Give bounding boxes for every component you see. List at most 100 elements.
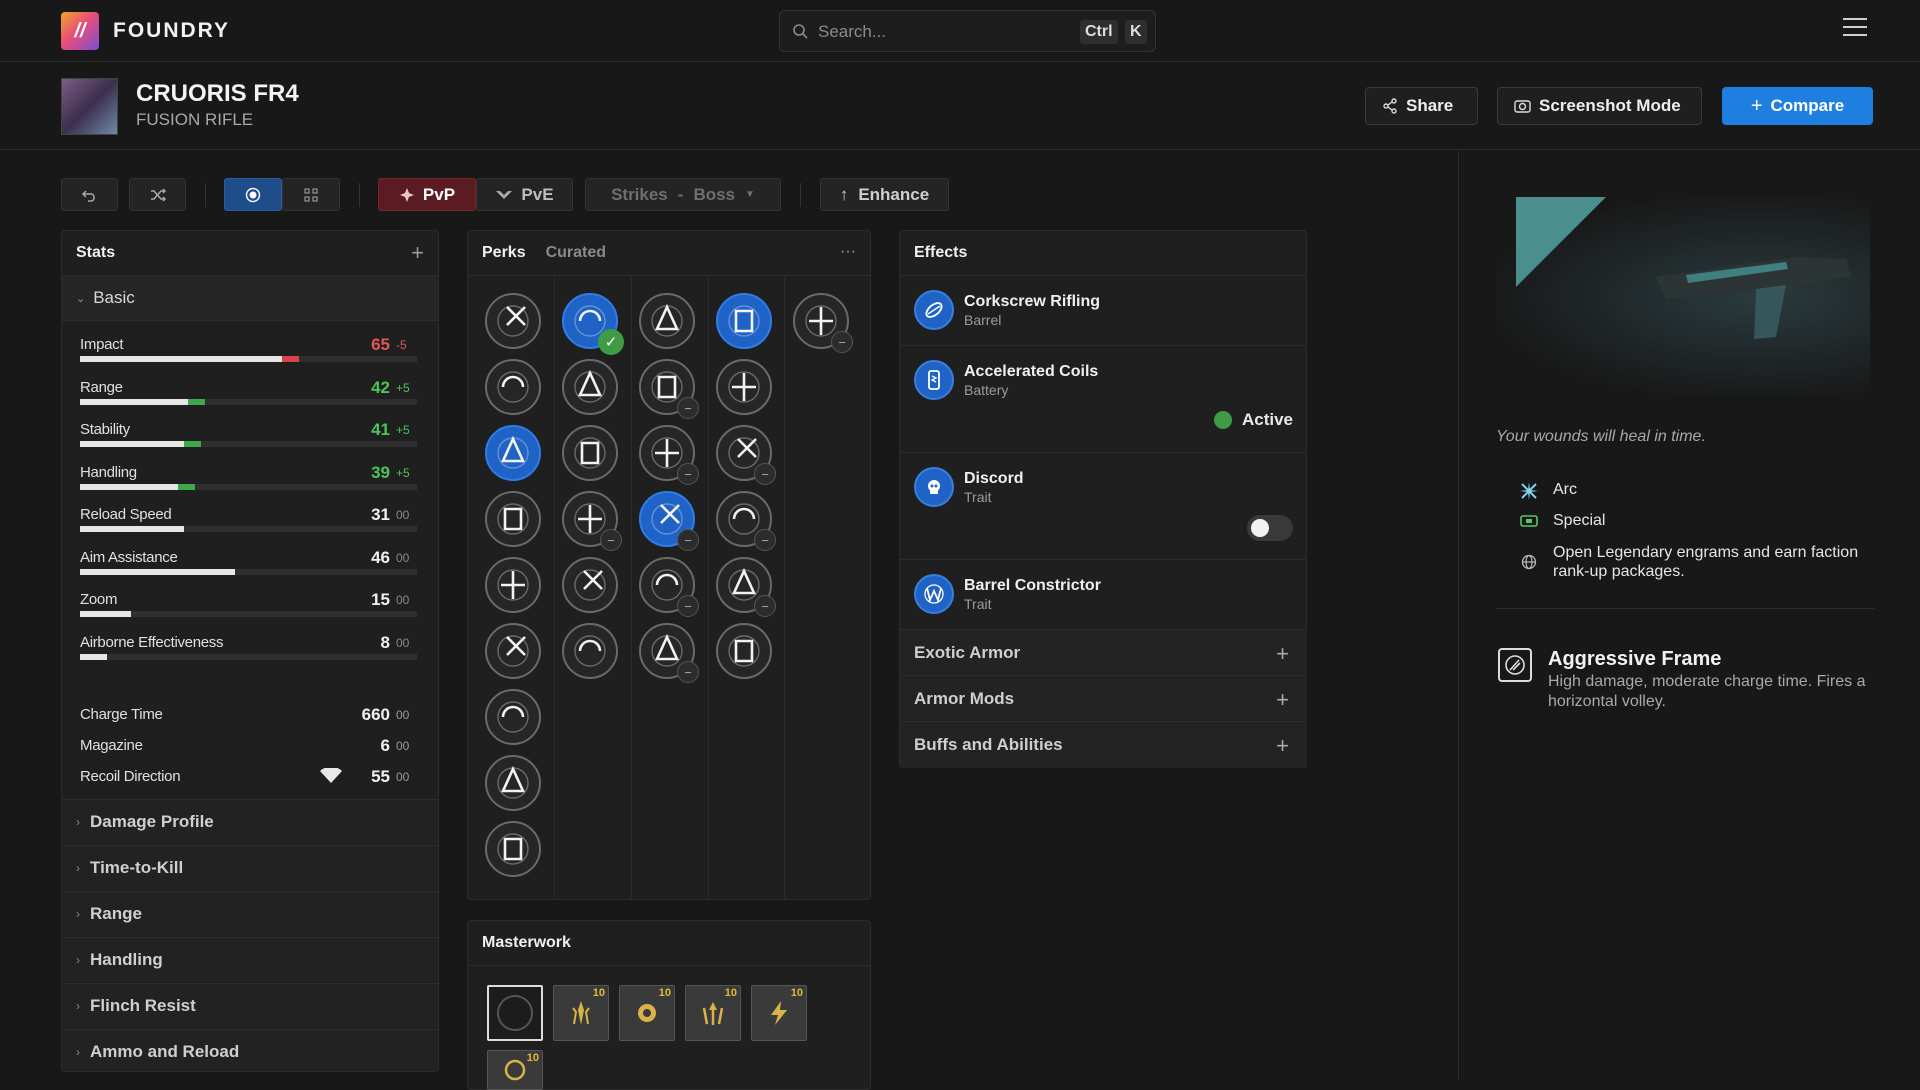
masterwork-header: Masterwork bbox=[468, 921, 870, 966]
perk-option[interactable] bbox=[485, 359, 541, 415]
perk-option[interactable] bbox=[639, 293, 695, 349]
perk-option[interactable] bbox=[716, 623, 772, 679]
camera-icon bbox=[1514, 100, 1531, 113]
tab-curated[interactable]: Curated bbox=[546, 244, 606, 262]
add-stat-icon[interactable]: + bbox=[411, 240, 424, 266]
globe-icon bbox=[1521, 554, 1537, 570]
perk-option[interactable]: − bbox=[639, 491, 699, 551]
shortcut-key-k: K bbox=[1125, 20, 1147, 44]
stat-modifier: 00 bbox=[396, 770, 410, 784]
perk-option[interactable]: − bbox=[639, 557, 699, 617]
section-range[interactable]: › Range bbox=[62, 891, 438, 936]
foundry-logo[interactable]: // bbox=[61, 12, 99, 50]
perk-option[interactable] bbox=[562, 359, 618, 415]
screenshot-mode-button[interactable]: Screenshot Mode bbox=[1497, 87, 1702, 125]
perk-option[interactable] bbox=[485, 425, 541, 481]
perk-option[interactable] bbox=[562, 623, 618, 679]
minus-icon: − bbox=[677, 661, 699, 683]
stat-label: Airborne Effectiveness bbox=[80, 633, 224, 651]
masterwork-charge-time[interactable]: 10 bbox=[751, 985, 807, 1041]
perk-option[interactable]: ✓ bbox=[562, 293, 624, 355]
chevron-down-icon: ⌄ bbox=[76, 292, 86, 305]
buffs-abilities-section[interactable]: Buffs and Abilities + bbox=[900, 722, 1307, 768]
perk-option[interactable] bbox=[485, 689, 541, 745]
status-dot-icon bbox=[1213, 411, 1232, 429]
screenshot-mode-label: Screenshot Mode bbox=[1539, 96, 1681, 115]
stat-bar-track bbox=[80, 356, 417, 362]
perk-option[interactable] bbox=[716, 359, 772, 415]
perk-option[interactable]: − bbox=[716, 557, 776, 617]
perk-option[interactable] bbox=[562, 557, 618, 613]
enhance-button[interactable]: ↑ Enhance bbox=[820, 178, 949, 211]
section-flinch-resist[interactable]: › Flinch Resist bbox=[62, 983, 438, 1028]
masterwork-handling[interactable]: 10 bbox=[685, 985, 741, 1041]
perk-option[interactable]: − bbox=[716, 425, 776, 485]
masterwork-range[interactable]: 10 bbox=[619, 985, 675, 1041]
masterwork-empty-slot[interactable] bbox=[487, 985, 543, 1041]
undo-button[interactable] bbox=[61, 178, 118, 211]
basic-section-toggle[interactable]: ⌄ Basic bbox=[62, 276, 438, 321]
section-handling[interactable]: › Handling bbox=[62, 937, 438, 982]
undo-icon bbox=[81, 189, 95, 202]
stat-label: Stability bbox=[80, 421, 130, 438]
perk-option[interactable] bbox=[485, 755, 541, 811]
armor-mods-section[interactable]: Armor Mods + bbox=[900, 676, 1307, 722]
perk-option[interactable]: − bbox=[562, 491, 622, 551]
masterwork-level: 10 bbox=[658, 987, 671, 999]
battery-perk-icon bbox=[914, 360, 954, 400]
shuffle-icon bbox=[150, 187, 166, 202]
stat-modifier: 00 bbox=[396, 508, 410, 522]
compare-button[interactable]: + Compare bbox=[1722, 87, 1873, 125]
perk-option[interactable] bbox=[485, 293, 541, 349]
randomize-button[interactable] bbox=[129, 178, 186, 211]
stat-value: 15 bbox=[371, 590, 390, 609]
effect-barrel-constrictor: Barrel Constrictor Trait bbox=[900, 560, 1307, 630]
perk-option[interactable] bbox=[562, 425, 618, 481]
chevron-right-icon: › bbox=[76, 907, 80, 921]
perk-option[interactable]: − bbox=[716, 491, 776, 551]
perk-option[interactable] bbox=[485, 557, 541, 613]
perk-option[interactable]: − bbox=[639, 425, 699, 485]
perk-option[interactable]: − bbox=[639, 359, 699, 419]
view-single-button[interactable] bbox=[224, 178, 282, 211]
more-options-icon[interactable]: ··· bbox=[840, 243, 856, 261]
pve-toggle[interactable]: PvE bbox=[476, 178, 573, 211]
stat-bar-delta bbox=[187, 398, 205, 405]
armor-mods-label: Armor Mods bbox=[914, 688, 1015, 708]
stat-modifier: +5 bbox=[396, 465, 410, 480]
masterwork-extra-slot[interactable]: 10 bbox=[487, 1050, 543, 1090]
hamburger-icon[interactable] bbox=[1843, 18, 1867, 38]
activity-separator: - bbox=[677, 184, 684, 204]
perk-option[interactable]: − bbox=[639, 623, 699, 683]
section-damage-profile[interactable]: › Damage Profile bbox=[62, 799, 438, 844]
effect-name: Discord bbox=[964, 470, 1024, 487]
exotic-armor-section[interactable]: Exotic Armor + bbox=[900, 630, 1307, 676]
stat-bar-fill bbox=[80, 398, 188, 405]
plus-icon: + bbox=[1750, 94, 1763, 117]
discord-toggle[interactable] bbox=[1247, 515, 1293, 541]
perk-option[interactable]: − bbox=[793, 293, 853, 353]
stat-bar-track bbox=[80, 611, 417, 617]
section-time-to-kill[interactable]: › Time-to-Kill bbox=[62, 845, 438, 890]
masterwork-stability[interactable]: 10 bbox=[553, 985, 609, 1041]
recoil-direction-icon bbox=[320, 768, 342, 783]
perk-option[interactable] bbox=[485, 623, 541, 679]
pvp-toggle[interactable]: PvP bbox=[378, 178, 476, 211]
tab-perks[interactable]: Perks bbox=[482, 244, 526, 262]
section-ammo-and-reload[interactable]: › Ammo and Reload bbox=[62, 1029, 438, 1071]
barrel-perk-icon bbox=[914, 290, 954, 330]
share-button[interactable]: Share bbox=[1365, 87, 1478, 125]
stat-label: Reload Speed bbox=[80, 506, 172, 523]
chevron-right-icon: › bbox=[76, 815, 80, 829]
activity-dropdown[interactable]: Strikes - Boss ▼ bbox=[585, 178, 781, 211]
minus-icon: − bbox=[600, 529, 622, 551]
perk-icon bbox=[497, 569, 529, 601]
search-bar[interactable]: Search... Ctrl K bbox=[779, 10, 1156, 52]
minus-icon: − bbox=[754, 529, 776, 551]
perk-option[interactable] bbox=[716, 293, 772, 349]
perk-option[interactable] bbox=[485, 821, 541, 877]
effect-slot: Barrel bbox=[964, 312, 1002, 328]
view-grid-button[interactable] bbox=[282, 178, 340, 211]
masterwork-title: Masterwork bbox=[482, 934, 571, 951]
perk-option[interactable] bbox=[485, 491, 541, 547]
